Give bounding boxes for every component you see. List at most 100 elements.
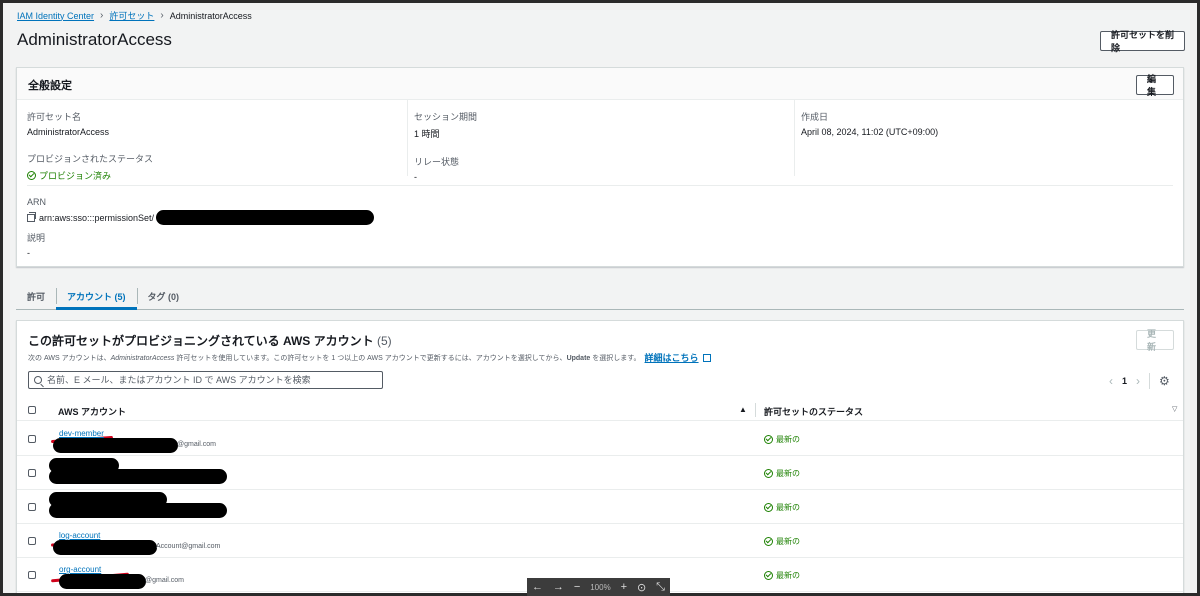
row-status: 最新の — [764, 536, 800, 547]
zoom-reset-icon[interactable]: ⊙ — [637, 581, 646, 594]
accounts-count: (5) — [377, 334, 392, 348]
gear-icon[interactable]: ⚙ — [1159, 374, 1170, 388]
table-row[interactable]: dev-member @gmail.com 最新の — [17, 422, 1183, 456]
check-circle-icon — [764, 435, 773, 444]
table-row[interactable]: 最新の — [17, 456, 1183, 490]
redaction-mark — [49, 469, 227, 484]
check-circle-icon — [764, 571, 773, 580]
accounts-description-text: 次の AWS アカウントは、AdministratorAccess 許可セットを… — [28, 354, 641, 362]
external-link-icon — [702, 353, 711, 362]
row-checkbox[interactable] — [28, 537, 36, 545]
row-status-text: 最新の — [776, 571, 800, 580]
arrow-right-icon[interactable]: → — [553, 581, 564, 593]
general-settings-panel: 全般設定 編集 許可セット名 AdministratorAccess プロビジョ… — [16, 67, 1184, 267]
sort-ascending-icon[interactable]: ▲ — [739, 405, 747, 414]
arrow-left-icon[interactable]: ← — [532, 581, 543, 593]
check-circle-icon — [27, 171, 36, 180]
redaction-mark — [53, 438, 178, 453]
general-settings-header: 全般設定 編集 — [17, 68, 1183, 100]
redaction-mark — [156, 210, 375, 225]
copy-icon[interactable] — [27, 211, 36, 222]
row-checkbox[interactable] — [28, 503, 36, 511]
created-date-label: 作成日 — [801, 112, 829, 122]
arn-label: ARN — [27, 197, 47, 207]
row-status: 最新の — [764, 570, 800, 581]
column-header-aws-account[interactable]: AWS アカウント — [58, 405, 126, 418]
row-status: 最新の — [764, 502, 800, 513]
row-status-text: 最新の — [776, 537, 800, 546]
redaction-mark — [49, 503, 227, 518]
account-name-link[interactable]: org-account — [59, 565, 101, 574]
delete-permission-set-button[interactable]: 許可セットを削除 — [1100, 30, 1185, 53]
page-title: AdministratorAccess — [17, 30, 172, 49]
table-row[interactable]: log-account Account@gmail.com 最新の — [17, 524, 1183, 558]
divider — [27, 185, 1173, 186]
viewer-toolbar: ← → − 100% + ⊙ ⤡ — [527, 578, 670, 596]
session-duration-label: セッション期間 — [414, 112, 478, 122]
zoom-out-icon[interactable]: − — [574, 581, 580, 593]
page-number[interactable]: 1 — [1122, 376, 1127, 386]
tab-bar: 許可 アカウント (5) タグ (0) — [16, 283, 1184, 310]
description-label: 説明 — [27, 233, 46, 243]
general-settings-grid: 許可セット名 AdministratorAccess プロビジョンされたステータ… — [17, 100, 1183, 182]
select-all-checkbox[interactable] — [28, 406, 36, 414]
account-email: @gmail.com — [177, 441, 217, 448]
tab-permissions[interactable]: 許可 — [16, 283, 56, 309]
arn-block: ARN arn:aws:sso:::permissionSet/ — [27, 197, 375, 225]
row-status: 最新の — [764, 434, 800, 445]
row-status-text: 最新の — [776, 503, 800, 512]
created-date: April 08, 2024, 11:02 (UTC+09:00) — [801, 127, 939, 137]
arn-prefix: arn:aws:sso:::permissionSet/ — [39, 212, 155, 223]
chevron-right-icon: › — [100, 10, 104, 21]
column-header-status[interactable]: 許可セットのステータス — [764, 405, 863, 418]
row-checkbox[interactable] — [28, 469, 36, 477]
console-page: IAM Identity Center › 許可セット › Administra… — [3, 3, 1197, 593]
row-status-text: 最新の — [776, 469, 800, 478]
redaction-mark — [53, 540, 157, 555]
account-name-link[interactable]: dev-member — [59, 429, 104, 438]
search-input[interactable] — [47, 375, 377, 385]
session-duration: 1 時間 — [414, 129, 440, 139]
fit-screen-icon[interactable]: ⤡ — [656, 581, 665, 594]
accounts-title: この許可セットがプロビジョニングされている AWS アカウント (5) — [28, 332, 392, 349]
relay-state-label: リレー状態 — [414, 157, 460, 167]
breadcrumb-iam-identity-center[interactable]: IAM Identity Center — [17, 11, 94, 21]
account-name-link[interactable]: log-account — [59, 531, 100, 540]
row-checkbox[interactable] — [28, 435, 36, 443]
tab-accounts[interactable]: アカウント (5) — [56, 283, 137, 310]
provisioned-status-label: プロビジョンされたステータス — [27, 154, 154, 164]
relay-state: - — [414, 172, 417, 182]
zoom-in-icon[interactable]: + — [621, 581, 627, 593]
breadcrumb-permission-sets[interactable]: 許可セット — [109, 9, 154, 22]
table-header: AWS アカウント ▲ 許可セットのステータス ▽ — [17, 400, 1183, 421]
description-value: - — [27, 248, 30, 258]
redaction-mark — [59, 574, 146, 589]
general-settings-title: 全般設定 — [28, 80, 72, 92]
account-email: @gmail.com — [145, 577, 185, 584]
previous-page-icon[interactable]: ‹ — [1109, 374, 1113, 388]
permission-set-name-label: 許可セット名 — [27, 112, 82, 122]
accounts-title-text: この許可セットがプロビジョニングされている AWS アカウント — [28, 334, 374, 348]
details-column-2: セッション期間 1 時間 リレー状態 - — [407, 100, 794, 182]
details-column-3: 作成日 April 08, 2024, 11:02 (UTC+09:00) — [794, 100, 1174, 176]
chevron-right-icon: › — [160, 10, 164, 21]
row-status-text: 最新の — [776, 435, 800, 444]
zoom-level: 100% — [590, 582, 611, 592]
learn-more-link[interactable]: 詳細はこちら — [645, 351, 699, 364]
account-search[interactable] — [28, 371, 383, 389]
breadcrumb-current: AdministratorAccess — [169, 10, 252, 21]
table-row[interactable]: 最新の — [17, 490, 1183, 524]
accounts-panel: この許可セットがプロビジョニングされている AWS アカウント (5) 更新 次… — [16, 320, 1184, 593]
next-page-icon[interactable]: › — [1136, 374, 1140, 388]
check-circle-icon — [764, 537, 773, 546]
tab-tags[interactable]: タグ (0) — [136, 283, 191, 309]
pager-divider — [1149, 373, 1151, 389]
row-checkbox[interactable] — [28, 571, 36, 579]
edit-button[interactable]: 編集 — [1136, 74, 1174, 97]
check-circle-icon — [764, 503, 773, 512]
sort-caret-icon[interactable]: ▽ — [1172, 405, 1177, 413]
refresh-button[interactable]: 更新 — [1136, 329, 1174, 352]
account-email: Account@gmail.com — [156, 543, 221, 550]
permission-set-name: AdministratorAccess — [27, 127, 110, 137]
check-circle-icon — [764, 469, 773, 478]
